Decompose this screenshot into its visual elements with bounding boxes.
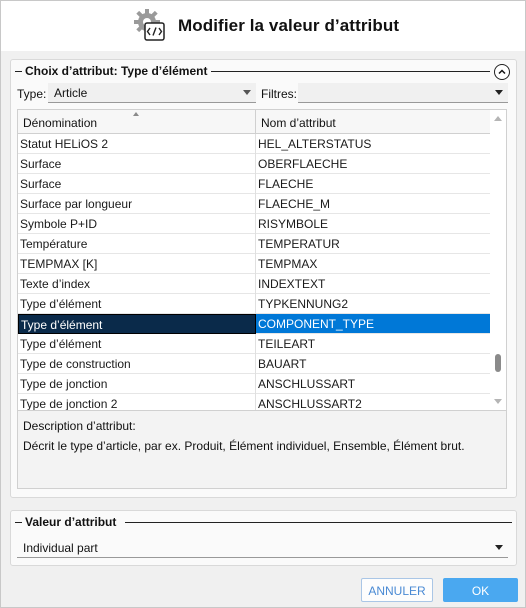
cell-denomination: Texte d’index [18, 274, 256, 294]
cell-attribute-name: COMPONENT_TYPE [258, 317, 375, 331]
scroll-up-icon[interactable] [494, 116, 502, 121]
table-row[interactable]: Symbole P+ID RISYMBOLE [18, 214, 492, 234]
cell-denomination: Type de jonction 2 [18, 394, 256, 410]
description-title: Description d’attribut: [23, 419, 136, 433]
filters-label: Filtres: [261, 87, 297, 101]
cell-denomination: Symbole P+ID [18, 214, 256, 234]
cell-attribute-name: TYPKENNUNG2 [258, 297, 349, 311]
table-row[interactable]: Type de construction BAUART [18, 354, 492, 374]
cell-denomination: Surface [18, 154, 256, 174]
description-text: Décrit le type d’article, par ex. Produi… [23, 439, 465, 453]
column-header-label: Nom d’attribut [261, 116, 336, 130]
type-select-value: Article [54, 86, 88, 100]
cell-denomination: Type d’élément [18, 314, 256, 334]
gear-code-icon [134, 9, 166, 43]
table-row[interactable]: Surface par longueur FLAECHE_M [18, 194, 492, 214]
attribute-value-title: Valeur d’attribut [25, 515, 117, 529]
chevron-down-icon [243, 90, 251, 95]
attribute-description: Description d’attribut: Décrit le type d… [17, 411, 507, 489]
table-row[interactable]: Type de jonction 2 ANSCHLUSSART2 [18, 394, 492, 411]
column-header-denomination[interactable]: Dénomination [18, 110, 256, 134]
dialog-title: Modifier la valeur d’attribut [178, 16, 400, 35]
scroll-down-icon[interactable] [494, 399, 502, 404]
attribute-value-header: Valeur d’attribut [15, 515, 512, 529]
cell-attribute-name: TEMPMAX [258, 257, 318, 271]
cell-attribute-name: FLAECHE_M [258, 197, 331, 211]
cell-attribute-name: FLAECHE [258, 177, 314, 191]
column-header-label: Dénomination [23, 116, 98, 130]
table-row[interactable]: Statut HELiOS 2 HEL_ALTERSTATUS [18, 134, 492, 154]
table-row[interactable]: Type d’élément TEILEART [18, 334, 492, 354]
cell-denomination: Statut HELiOS 2 [18, 134, 256, 154]
filters-select[interactable] [298, 83, 508, 103]
cell-attribute-name: ANSCHLUSSART2 [258, 397, 362, 411]
cell-attribute-name: RISYMBOLE [258, 217, 329, 231]
cell-attribute-name: ANSCHLUSSART [258, 377, 356, 391]
attribute-table: Dénomination Nom d’attribut Statut HELiO… [17, 109, 507, 411]
cell-attribute-name: OBERFLAECHE [258, 157, 348, 171]
cell-attribute-name: INDEXTEXT [258, 277, 326, 291]
attribute-choice-title: Choix d’attribut: Type d’élément [25, 64, 208, 78]
header-divider [15, 71, 22, 72]
ok-button[interactable]: OK [443, 578, 518, 602]
cell-attribute-name: TEMPERATUR [258, 237, 340, 251]
table-header: Dénomination Nom d’attribut [18, 110, 492, 134]
dialog-window: Modifier la valeur d’attribut Choix d’at… [0, 0, 526, 608]
cancel-button[interactable]: ANNULER [361, 578, 433, 602]
title-bar: Modifier la valeur d’attribut [1, 1, 525, 51]
cell-attribute-name: TEILEART [258, 337, 316, 351]
cell-denomination: TEMPMAX [K] [18, 254, 256, 274]
type-label: Type: [17, 87, 47, 101]
table-row[interactable]: Température TEMPERATUR [18, 234, 492, 254]
table-scrollbar[interactable] [490, 110, 506, 410]
column-header-attribute-name[interactable]: Nom d’attribut [256, 110, 492, 134]
cell-denomination: Surface [18, 174, 256, 194]
type-select[interactable]: Article [48, 83, 256, 103]
chevron-down-icon [495, 545, 503, 550]
header-divider [15, 522, 22, 523]
table-row[interactable]: Type d’élément COMPONENT_TYPE [18, 314, 492, 334]
cell-denomination: Type de construction [18, 354, 256, 374]
cell-attribute-name: HEL_ALTERSTATUS [258, 137, 372, 151]
table-row[interactable]: Surface FLAECHE [18, 174, 492, 194]
attribute-choice-header: Choix d’attribut: Type d’élément [15, 64, 512, 80]
table-row[interactable]: Type d’élément TYPKENNUNG2 [18, 294, 492, 314]
cell-attribute-name: BAUART [258, 357, 307, 371]
table-row[interactable]: Surface OBERFLAECHE [18, 154, 492, 174]
chevron-down-icon [495, 90, 503, 95]
table-body: Statut HELiOS 2 HEL_ALTERSTATUS Surface OBE… [18, 134, 492, 411]
scrollbar-thumb[interactable] [495, 354, 501, 373]
table-row[interactable]: TEMPMAX [K] TEMPMAX [18, 254, 492, 274]
cell-denomination: Type d’élément [18, 294, 256, 314]
header-divider [125, 522, 512, 523]
cell-denomination: Température [18, 234, 256, 254]
attribute-value-select[interactable]: Individual part [17, 538, 508, 558]
table-row[interactable]: Type de jonction ANSCHLUSSART [18, 374, 492, 394]
attribute-value-text: Individual part [23, 541, 98, 555]
cell-denomination: Type de jonction [18, 374, 256, 394]
sort-ascending-icon [133, 112, 139, 116]
cell-denomination: Surface par longueur [18, 194, 256, 214]
chevron-up-circle-icon[interactable] [494, 64, 510, 80]
cell-denomination: Type d’élément [18, 334, 256, 354]
header-divider [211, 71, 490, 72]
table-row[interactable]: Texte d’index INDEXTEXT [18, 274, 492, 294]
